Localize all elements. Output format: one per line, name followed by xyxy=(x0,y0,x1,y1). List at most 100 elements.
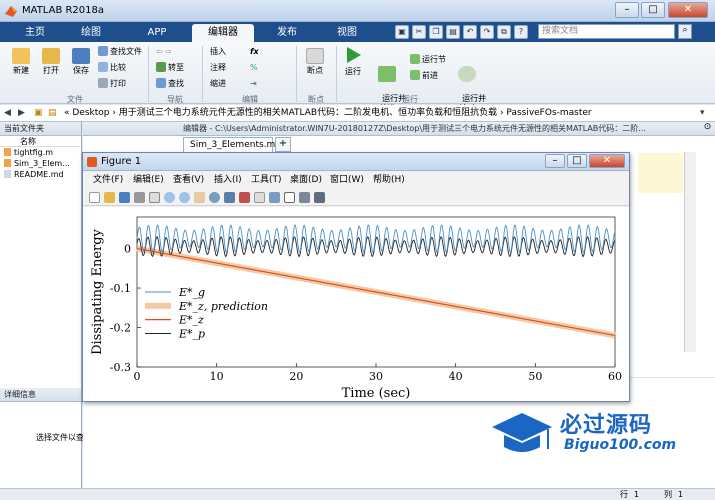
run-button[interactable]: 运行 xyxy=(340,46,366,77)
file-item[interactable]: README.md xyxy=(0,169,81,180)
figure-minimize-button[interactable]: – xyxy=(545,154,565,168)
breakpoints-button[interactable]: 断点 xyxy=(302,48,328,76)
legend-label: E*_p xyxy=(178,327,205,340)
search-input[interactable]: 搜索文档 xyxy=(538,24,675,39)
y-axis-label: Dissipating Energy xyxy=(90,228,105,354)
maximize-button[interactable]: □ xyxy=(641,2,665,18)
find-button[interactable]: 查找 xyxy=(156,78,184,90)
help-icon[interactable]: ? xyxy=(514,25,528,39)
tab-view[interactable]: 视图 xyxy=(322,24,372,42)
menu-insert[interactable]: 插入(I) xyxy=(214,172,242,188)
tab-apps[interactable]: APP xyxy=(132,24,182,42)
print-button[interactable]: 打印 xyxy=(98,78,126,90)
forward-arrow-icon[interactable]: ▶ xyxy=(18,105,25,121)
chevron-down-icon[interactable]: ▾ xyxy=(700,105,705,121)
save-icon[interactable] xyxy=(119,192,130,203)
menu-edit[interactable]: 编辑(E) xyxy=(133,172,164,188)
file-item[interactable]: Sim_3_Elem... xyxy=(0,158,81,169)
switch-windows-icon[interactable]: ⧉ xyxy=(497,25,511,39)
legend-label: E*_g xyxy=(178,286,205,299)
comment-percent-icon[interactable]: % xyxy=(250,62,258,74)
comment-button[interactable]: 注释 xyxy=(210,62,226,74)
menu-help[interactable]: 帮助(H) xyxy=(373,172,405,188)
pointer-icon[interactable] xyxy=(149,192,160,203)
editor-header: 编辑器 - C:\Users\Administrator.WIN7U-20180… xyxy=(83,122,715,136)
save-icon xyxy=(72,48,90,64)
figure-maximize-button[interactable]: □ xyxy=(567,154,587,168)
row-label: 行 xyxy=(620,490,628,499)
pan-icon[interactable] xyxy=(194,192,205,203)
name-column-header[interactable]: 名称 xyxy=(0,136,81,147)
menu-file[interactable]: 文件(F) xyxy=(93,172,123,188)
vertical-scrollbar[interactable] xyxy=(684,152,696,352)
plot-area[interactable]: 0 10 20 30 40 50 60 0 -0.1 -0.2 -0.3 Time (sec) Diss… xyxy=(83,207,629,401)
watermark: 必过源码 Biguo100.com xyxy=(488,405,698,460)
redo-icon[interactable]: ↷ xyxy=(480,25,494,39)
file-item[interactable]: tightfig.m xyxy=(0,147,81,158)
back-arrow-icon[interactable]: ◀ xyxy=(4,105,11,121)
tab-publish[interactable]: 发布 xyxy=(262,24,312,42)
folder-open-icon xyxy=(42,48,60,64)
hide-plot-tools-icon[interactable] xyxy=(299,192,310,203)
minimize-button[interactable]: – xyxy=(615,2,639,18)
print-icon[interactable] xyxy=(134,192,145,203)
brush-icon[interactable] xyxy=(239,192,250,203)
browse-folder-icon[interactable]: ▤ xyxy=(48,105,57,121)
link-icon[interactable] xyxy=(254,192,265,203)
menu-tools[interactable]: 工具(T) xyxy=(251,172,282,188)
path-breadcrumb[interactable]: « Desktop › 用于测试三个电力系统元件无源性的相关MATLAB代码：二… xyxy=(64,105,694,121)
figure-close-button[interactable]: ✕ xyxy=(589,154,625,168)
panel-options-icon[interactable]: ⊙ xyxy=(701,122,714,136)
show-plot-tools-icon[interactable] xyxy=(314,192,325,203)
menu-view[interactable]: 查看(V) xyxy=(173,172,204,188)
menu-desktop[interactable]: 桌面(D) xyxy=(290,172,322,188)
tab-editor[interactable]: 编辑器 xyxy=(192,24,254,42)
find-files-button[interactable]: 查找文件 xyxy=(98,46,142,58)
tab-plots[interactable]: 绘图 xyxy=(66,24,116,42)
zoom-in-icon[interactable] xyxy=(164,192,175,203)
stopwatch-icon xyxy=(458,66,476,82)
x-tick-label: 40 xyxy=(449,370,463,383)
m-file-icon xyxy=(4,148,11,156)
open-button[interactable]: 打开 xyxy=(38,48,64,76)
rotate-icon[interactable] xyxy=(209,192,220,203)
tab-home[interactable]: 主页 xyxy=(10,24,60,42)
y-tick-label: -0.3 xyxy=(110,361,131,374)
editor-tab-sim-3-elements[interactable]: Sim_3_Elements.m xyxy=(183,137,275,152)
col-label: 列 xyxy=(664,490,672,499)
colorbar-icon[interactable] xyxy=(269,192,280,203)
run-section-icon xyxy=(410,54,420,64)
x-tick-label: 30 xyxy=(369,370,383,383)
save-button[interactable]: 保存 xyxy=(68,48,94,76)
back-forward-buttons[interactable]: ⇦ ⇨ xyxy=(156,46,172,58)
fx-button[interactable]: fx xyxy=(250,46,259,58)
new-button[interactable]: 新建 xyxy=(8,48,34,76)
insert-button[interactable]: 插入 xyxy=(210,46,226,58)
details-header: 详细信息 xyxy=(0,388,81,402)
add-tab-button[interactable]: + xyxy=(275,137,291,152)
close-button[interactable]: ✕ xyxy=(668,2,708,18)
legend-label: E*_z, prediction xyxy=(178,300,268,313)
search-icon[interactable]: ⌕ xyxy=(678,24,692,39)
chart-svg[interactable]: 0 10 20 30 40 50 60 0 -0.1 -0.2 -0.3 Time (sec) Diss… xyxy=(83,207,629,401)
open-icon[interactable] xyxy=(104,192,115,203)
advance-button[interactable]: 前进 xyxy=(410,70,438,82)
copy-icon[interactable]: ❐ xyxy=(429,25,443,39)
legend-icon[interactable] xyxy=(284,192,295,203)
save-icon[interactable]: ▣ xyxy=(395,25,409,39)
figure-window[interactable]: Figure 1 – □ ✕ 文件(F) 编辑(E) 查看(V) 插入(I) 工… xyxy=(82,152,630,402)
compare-button[interactable]: 比较 xyxy=(98,62,126,74)
goto-button[interactable]: 转至 xyxy=(156,62,184,74)
group-label-navigate: 导航 xyxy=(167,95,183,104)
indent-icon[interactable]: ⇥ xyxy=(250,78,257,90)
undo-icon[interactable]: ↶ xyxy=(463,25,477,39)
indent-button[interactable]: 缩进 xyxy=(210,78,226,90)
up-folder-icon[interactable]: ▣ xyxy=(34,105,43,121)
paste-icon[interactable]: ▤ xyxy=(446,25,460,39)
cut-icon[interactable]: ✂ xyxy=(412,25,426,39)
menu-window[interactable]: 窗口(W) xyxy=(330,172,364,188)
run-section-button[interactable]: 运行节 xyxy=(410,54,446,66)
zoom-out-icon[interactable] xyxy=(179,192,190,203)
data-cursor-icon[interactable] xyxy=(224,192,235,203)
new-figure-icon[interactable] xyxy=(89,192,100,203)
